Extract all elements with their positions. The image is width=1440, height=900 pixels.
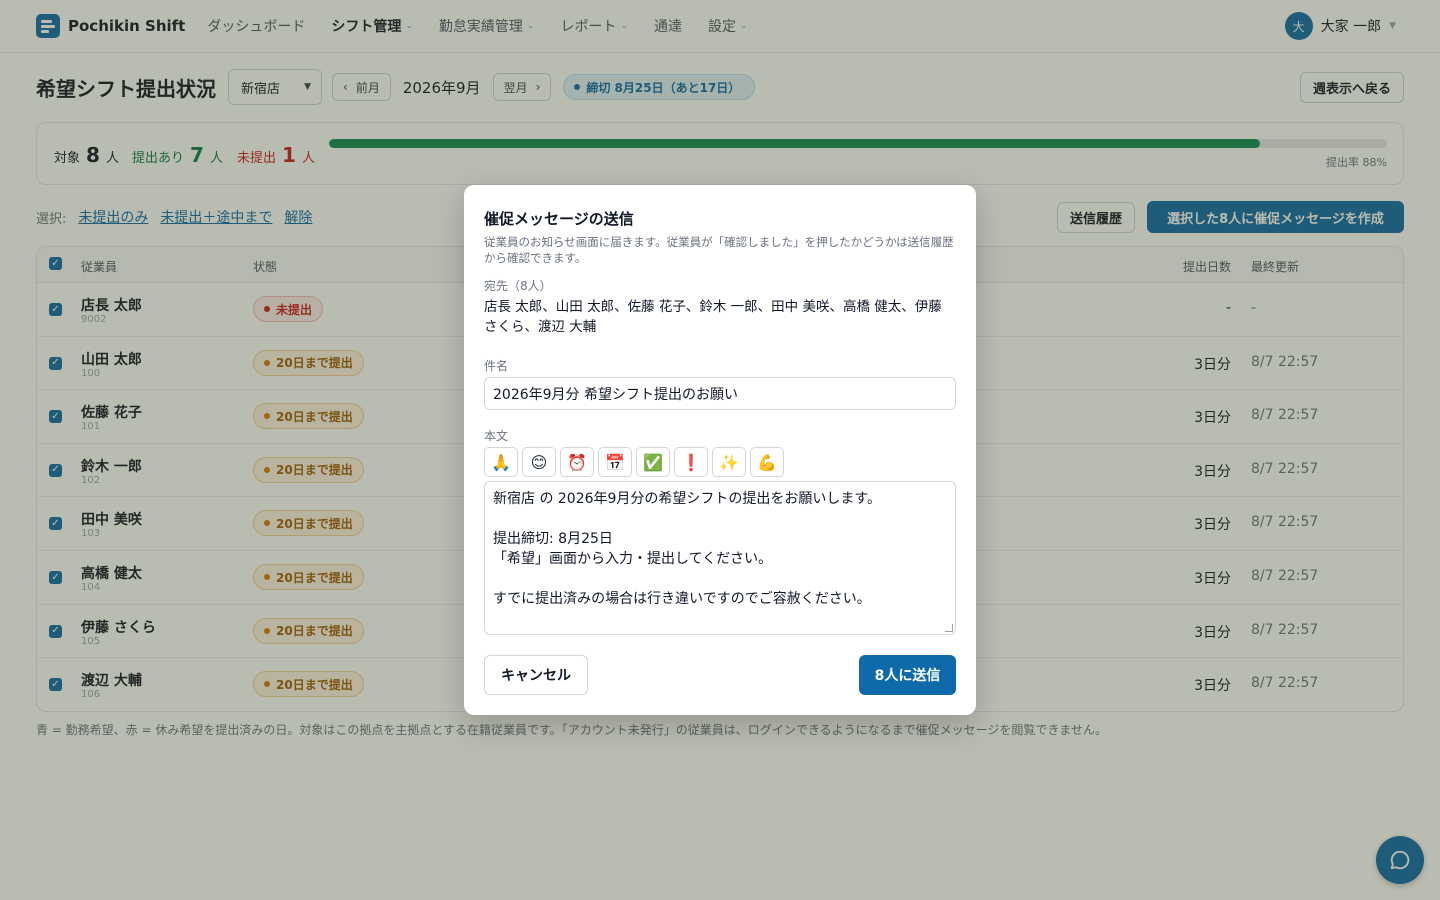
send-button[interactable]: 8人に送信 xyxy=(859,655,956,695)
subject-label: 件名 xyxy=(484,359,509,373)
emoji-button[interactable]: ❗ xyxy=(674,447,708,477)
body-line: 「希望」画面から入力・提出してください。 xyxy=(493,551,773,567)
emoji-button[interactable]: ✅ xyxy=(636,447,670,477)
emoji-button[interactable]: ✨ xyxy=(712,447,746,477)
body-line xyxy=(493,569,947,589)
emoji-button[interactable]: 😊 xyxy=(522,447,556,477)
recipients-label: 宛先（8人） xyxy=(484,279,552,293)
body-label: 本文 xyxy=(484,429,509,443)
body-line xyxy=(493,509,947,529)
modal-title: 催促メッセージの送信 xyxy=(484,210,634,228)
body-line: 新宿店 の 2026年9月分の希望シフトの提出をお願いします。 xyxy=(493,491,882,507)
resize-handle-icon[interactable] xyxy=(945,624,953,632)
emoji-button[interactable]: 💪 xyxy=(750,447,784,477)
body-line: 提出締切: 8月25日 xyxy=(493,531,613,547)
modal-description: 従業員のお知らせ画面に届きます。従業員が「確認しました」を押したかどうかは送信履… xyxy=(484,235,954,265)
reminder-modal: 催促メッセージの送信 従業員のお知らせ画面に届きます。従業員が「確認しました」を… xyxy=(464,185,976,715)
subject-input[interactable]: 2026年9月分 希望シフト提出のお願い xyxy=(484,377,956,410)
emoji-button[interactable]: 🙏 xyxy=(484,447,518,477)
cancel-button[interactable]: キャンセル xyxy=(484,655,588,695)
emoji-button[interactable]: ⏰ xyxy=(560,447,594,477)
recipients-list: 店長 太郎、山田 太郎、佐藤 花子、鈴木 一郎、田中 美咲、高橋 健太、伊藤 さ… xyxy=(484,299,942,335)
emoji-toolbar: 🙏 😊 ⏰ 📅 ✅ ❗ ✨ 💪 xyxy=(484,447,784,477)
body-textarea[interactable]: 新宿店 の 2026年9月分の希望シフトの提出をお願いします。 提出締切: 8月2… xyxy=(484,481,956,635)
emoji-button[interactable]: 📅 xyxy=(598,447,632,477)
body-line: すでに提出済みの場合は行き違いですのでご容赦ください。 xyxy=(493,591,871,607)
